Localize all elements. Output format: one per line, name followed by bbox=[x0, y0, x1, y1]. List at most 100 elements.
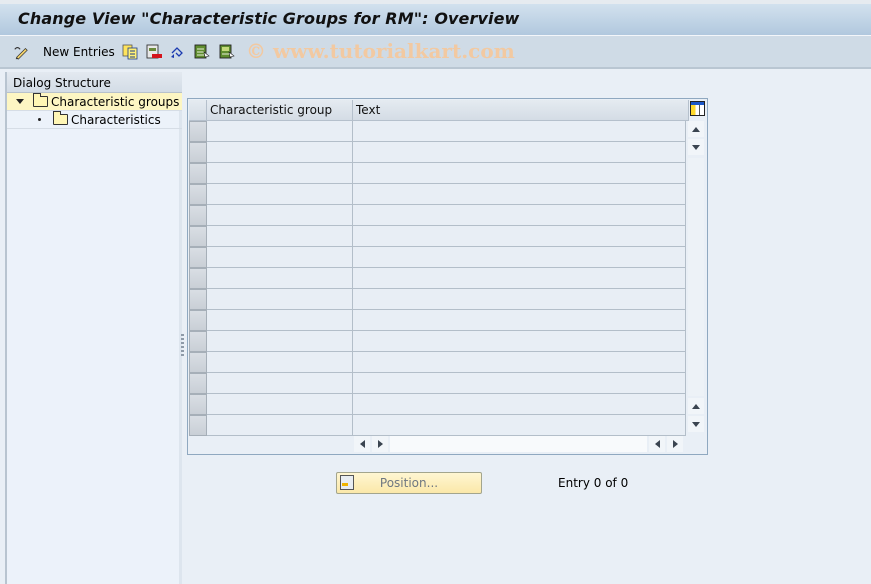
splitter-handle[interactable] bbox=[181, 334, 184, 356]
table-row bbox=[189, 247, 686, 268]
cell-text[interactable] bbox=[353, 142, 686, 163]
new-entries-button[interactable]: New Entries bbox=[43, 42, 115, 62]
cell-characteristic-group[interactable] bbox=[207, 394, 353, 415]
position-button[interactable]: Position... bbox=[336, 472, 482, 494]
scroll-left-end-button[interactable] bbox=[649, 436, 665, 452]
arrow-left-icon bbox=[654, 440, 660, 448]
table-row bbox=[189, 331, 686, 352]
scroll-down-button[interactable] bbox=[688, 139, 704, 155]
delete-button[interactable] bbox=[146, 42, 162, 62]
bullet-icon bbox=[38, 118, 41, 121]
arrow-up-icon bbox=[692, 126, 700, 132]
entry-count: Entry 0 of 0 bbox=[558, 476, 629, 490]
cell-text[interactable] bbox=[353, 352, 686, 373]
cell-text[interactable] bbox=[353, 268, 686, 289]
row-selector[interactable] bbox=[189, 121, 207, 142]
cell-characteristic-group[interactable] bbox=[207, 352, 353, 373]
undo-change-button[interactable] bbox=[170, 42, 186, 62]
cell-text[interactable] bbox=[353, 415, 686, 436]
arrow-down-icon bbox=[692, 144, 700, 150]
cell-text[interactable] bbox=[353, 205, 686, 226]
scroll-page-up-button[interactable] bbox=[688, 398, 704, 414]
row-selector[interactable] bbox=[189, 226, 207, 247]
cell-characteristic-group[interactable] bbox=[207, 310, 353, 331]
cell-characteristic-group[interactable] bbox=[207, 373, 353, 394]
table-body bbox=[189, 121, 686, 436]
select-block-button[interactable] bbox=[219, 42, 235, 62]
table-row bbox=[189, 415, 686, 436]
cell-text[interactable] bbox=[353, 247, 686, 268]
row-selector[interactable] bbox=[189, 268, 207, 289]
cell-text[interactable] bbox=[353, 184, 686, 205]
horizontal-scrollbar-track[interactable] bbox=[390, 436, 647, 452]
scroll-right-button[interactable] bbox=[372, 436, 388, 452]
cell-text[interactable] bbox=[353, 310, 686, 331]
row-selector[interactable] bbox=[189, 205, 207, 226]
cell-text[interactable] bbox=[353, 226, 686, 247]
row-selector[interactable] bbox=[189, 331, 207, 352]
table-row bbox=[189, 352, 686, 373]
tree-node-characteristics[interactable]: Characteristics bbox=[7, 111, 182, 129]
column-header-text[interactable]: Text bbox=[353, 100, 689, 121]
table-row bbox=[189, 310, 686, 331]
cell-text[interactable] bbox=[353, 331, 686, 352]
watermark-text: © www.tutorialkart.com bbox=[246, 39, 515, 63]
row-selector[interactable] bbox=[189, 352, 207, 373]
scroll-right-end-button[interactable] bbox=[667, 436, 683, 452]
cell-characteristic-group[interactable] bbox=[207, 415, 353, 436]
open-folder-icon bbox=[33, 93, 48, 107]
cell-characteristic-group[interactable] bbox=[207, 268, 353, 289]
display-change-button[interactable] bbox=[13, 42, 29, 62]
cell-characteristic-group[interactable] bbox=[207, 205, 353, 226]
table-row bbox=[189, 142, 686, 163]
cell-text[interactable] bbox=[353, 163, 686, 184]
scroll-page-down-button[interactable] bbox=[688, 416, 704, 432]
copy-as-button[interactable] bbox=[122, 42, 138, 62]
new-entries-label: New Entries bbox=[43, 45, 115, 59]
undo-change-icon bbox=[171, 47, 183, 58]
table-settings-icon[interactable] bbox=[690, 101, 705, 116]
expand-triangle-icon[interactable] bbox=[16, 99, 24, 104]
column-header-characteristic-group[interactable]: Characteristic group bbox=[207, 100, 353, 121]
scroll-up-button[interactable] bbox=[688, 121, 704, 137]
row-selector[interactable] bbox=[189, 247, 207, 268]
tree-node-label: Characteristics bbox=[71, 112, 161, 127]
cell-characteristic-group[interactable] bbox=[207, 247, 353, 268]
cell-text[interactable] bbox=[353, 394, 686, 415]
cell-text[interactable] bbox=[353, 289, 686, 310]
cell-characteristic-group[interactable] bbox=[207, 121, 353, 142]
tree-node-characteristic-groups[interactable]: Characteristic groups bbox=[7, 93, 182, 111]
table-row bbox=[189, 394, 686, 415]
row-selector[interactable] bbox=[189, 415, 207, 436]
arrow-up-icon bbox=[692, 403, 700, 409]
row-selector[interactable] bbox=[189, 142, 207, 163]
tree-node-label: Characteristic groups bbox=[51, 94, 180, 109]
folder-icon bbox=[53, 111, 68, 125]
cell-characteristic-group[interactable] bbox=[207, 226, 353, 247]
select-block-icon bbox=[219, 44, 235, 59]
row-selector[interactable] bbox=[189, 310, 207, 331]
cell-text[interactable] bbox=[353, 373, 686, 394]
cell-text[interactable] bbox=[353, 121, 686, 142]
cell-characteristic-group[interactable] bbox=[207, 142, 353, 163]
row-selector[interactable] bbox=[189, 289, 207, 310]
row-selector[interactable] bbox=[189, 394, 207, 415]
application-toolbar: New Entries © www.tutorialkart.com bbox=[0, 36, 871, 69]
cell-characteristic-group[interactable] bbox=[207, 163, 353, 184]
cell-characteristic-group[interactable] bbox=[207, 289, 353, 310]
table-row bbox=[189, 268, 686, 289]
copy-as-icon bbox=[122, 44, 138, 60]
row-selector[interactable] bbox=[189, 184, 207, 205]
select-all-rows-button[interactable] bbox=[189, 100, 207, 121]
table-row bbox=[189, 121, 686, 142]
scroll-left-button[interactable] bbox=[354, 436, 370, 452]
row-selector[interactable] bbox=[189, 163, 207, 184]
cell-characteristic-group[interactable] bbox=[207, 331, 353, 352]
cell-characteristic-group[interactable] bbox=[207, 184, 353, 205]
row-selector[interactable] bbox=[189, 373, 207, 394]
dialog-structure-header: Dialog Structure bbox=[7, 72, 182, 93]
title-bar: Change View "Characteristic Groups for R… bbox=[0, 0, 871, 36]
vertical-scrollbar-track[interactable] bbox=[688, 158, 704, 396]
select-all-button[interactable] bbox=[194, 42, 210, 62]
table-header-row: Characteristic group Text bbox=[189, 100, 689, 121]
